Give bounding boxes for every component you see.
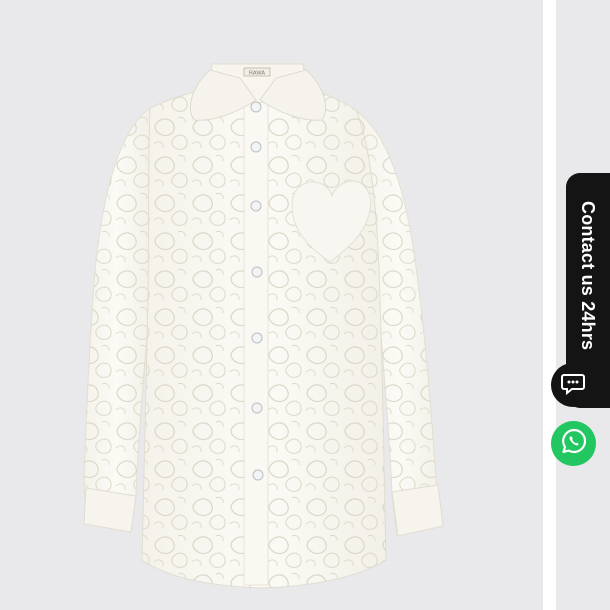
- product-image-area: RAWA: [0, 0, 543, 610]
- svg-text:RAWA: RAWA: [249, 71, 265, 77]
- whatsapp-button[interactable]: [551, 421, 596, 466]
- product-image: RAWA: [83, 63, 444, 589]
- contact-us-label[interactable]: Contact us 24hrs: [577, 201, 598, 350]
- chat-button[interactable]: [551, 363, 595, 407]
- whatsapp-icon: [560, 427, 588, 460]
- chat-bubble-icon: [561, 371, 585, 400]
- page-divider: [543, 0, 556, 610]
